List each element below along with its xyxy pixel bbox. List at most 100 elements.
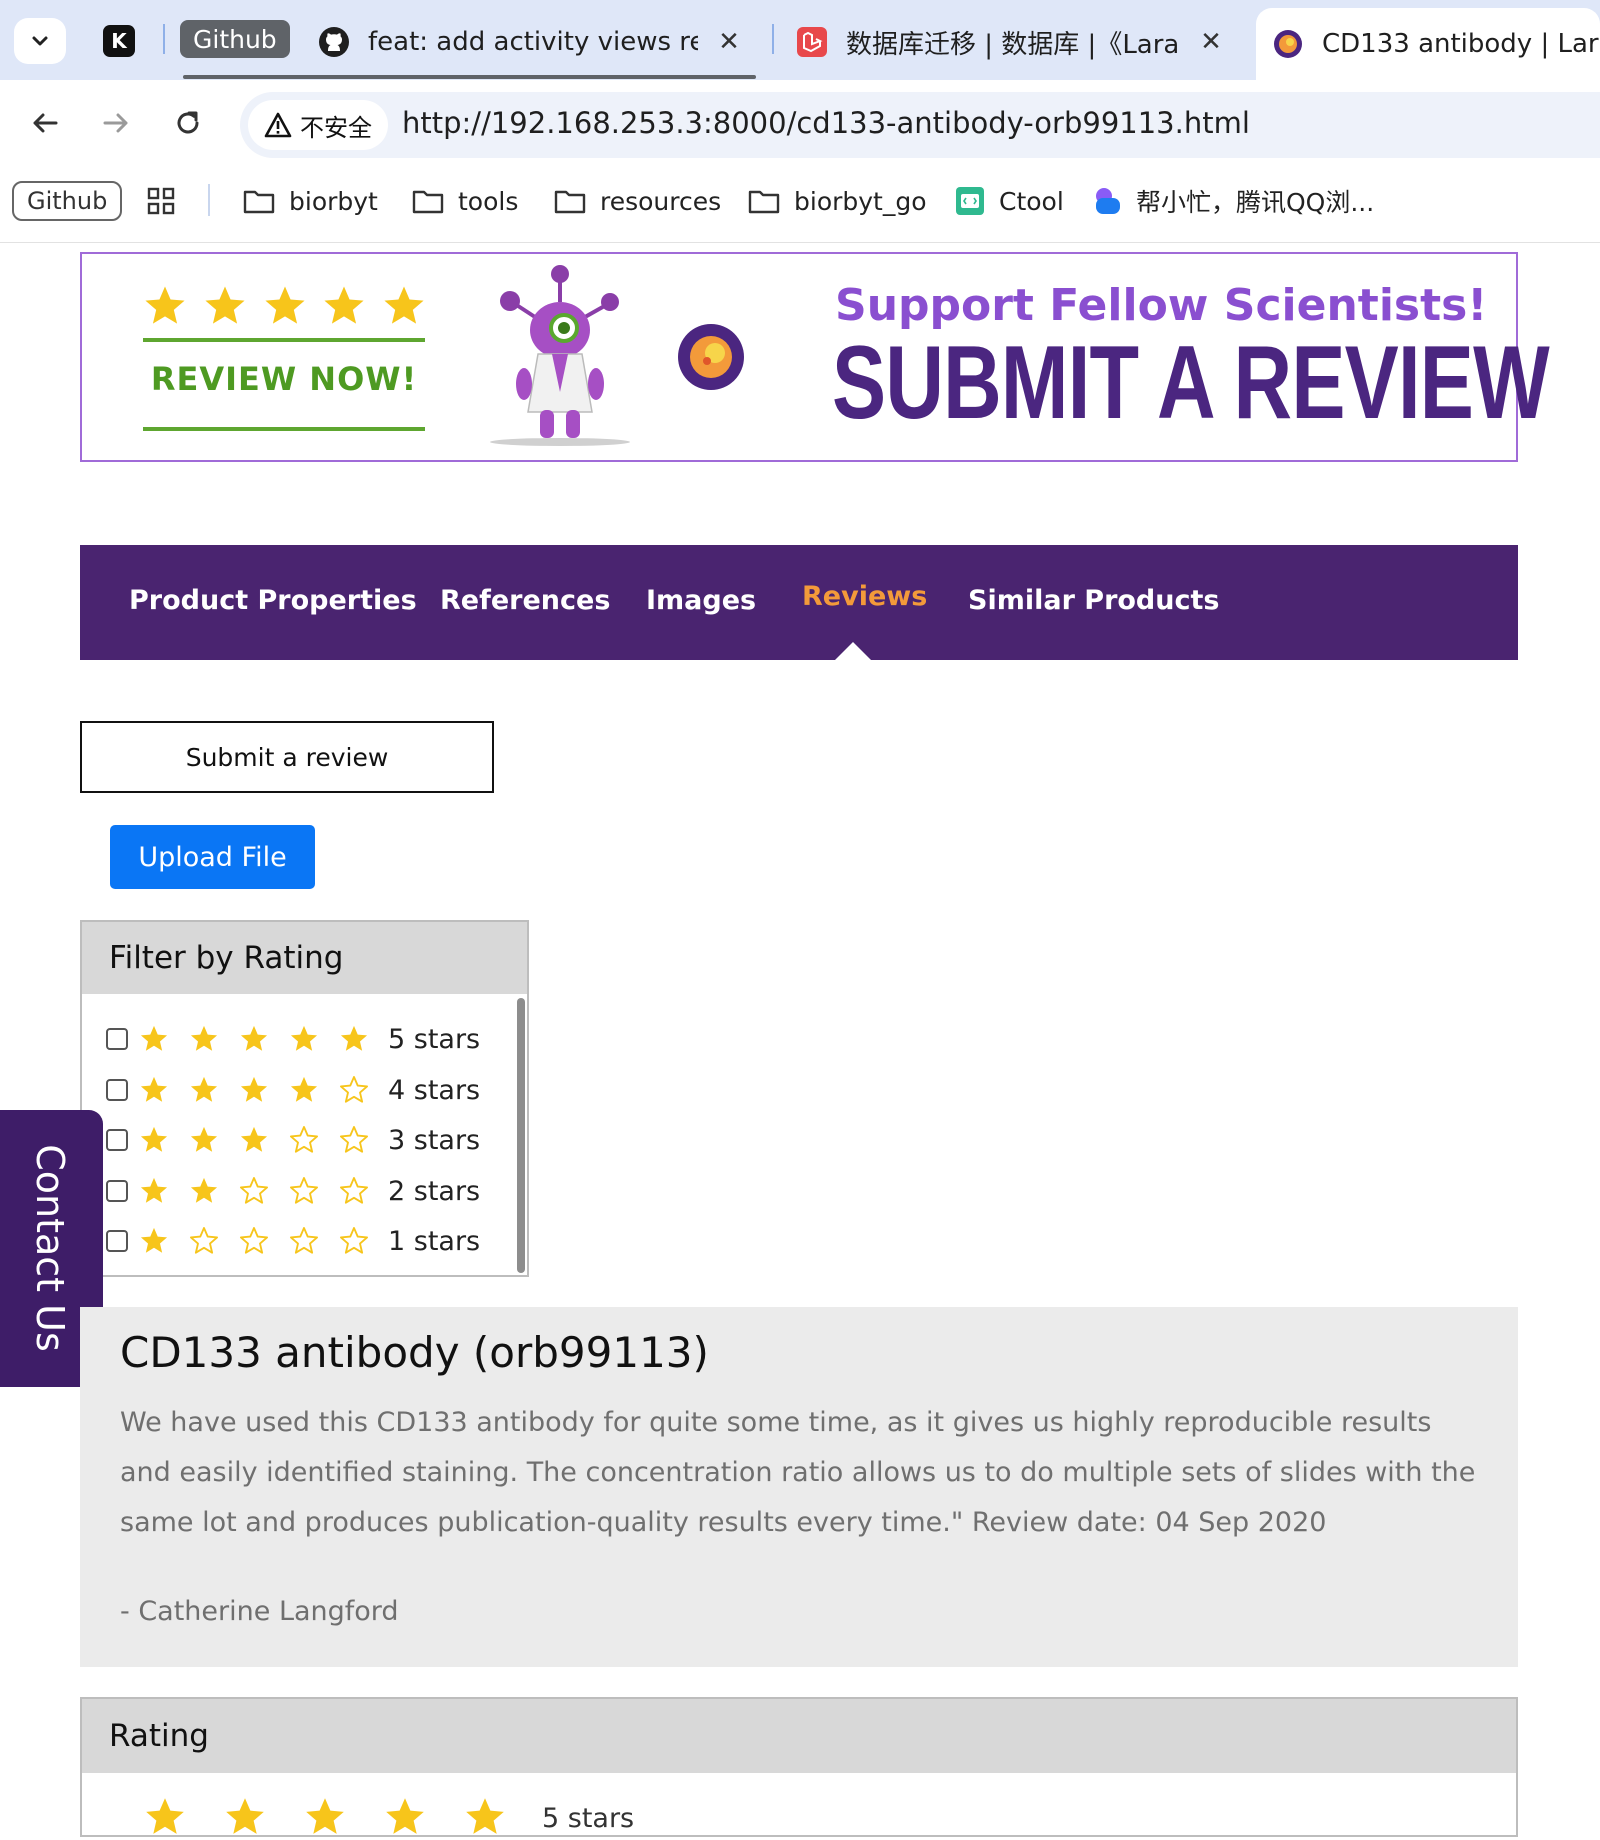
rating-checkbox[interactable] bbox=[106, 1028, 128, 1050]
tab-laravel-docs[interactable]: 数据库迁移 | 数据库 |《Laravel ✕ bbox=[796, 14, 1236, 70]
star-empty-icon bbox=[290, 1126, 318, 1153]
star-filled-icon bbox=[290, 1025, 318, 1051]
bookmark-label: Ctool bbox=[999, 186, 1064, 216]
star-empty-icon bbox=[340, 1177, 368, 1204]
filter-scrollbar[interactable] bbox=[517, 998, 525, 1273]
star-filled-icon bbox=[306, 1798, 344, 1834]
tab-similar-products[interactable]: Similar Products bbox=[968, 585, 1219, 616]
close-icon[interactable]: ✕ bbox=[714, 27, 744, 57]
star-icon bbox=[324, 286, 364, 324]
reload-button[interactable] bbox=[168, 103, 208, 143]
star-empty-icon bbox=[340, 1126, 368, 1153]
star-empty-icon bbox=[240, 1227, 268, 1254]
rating-checkbox[interactable] bbox=[106, 1079, 128, 1101]
star-empty-icon bbox=[290, 1227, 318, 1254]
folder-icon bbox=[748, 190, 780, 214]
option-label: 4 stars bbox=[388, 1074, 481, 1106]
url-text[interactable]: http://192.168.253.3:8000/cd133-antibody… bbox=[402, 106, 1250, 140]
star-empty-icon bbox=[340, 1227, 368, 1254]
filter-option-2-stars[interactable]: 2 stars bbox=[106, 1171, 480, 1211]
star-filled-icon bbox=[190, 1076, 218, 1102]
warning-icon bbox=[264, 112, 292, 138]
bookmark-group-chip[interactable]: Github bbox=[12, 181, 123, 221]
upload-file-button[interactable]: Upload File bbox=[110, 825, 315, 889]
apps-grid-icon bbox=[147, 187, 175, 215]
filter-title: Filter by Rating bbox=[82, 922, 527, 994]
tab-separator bbox=[163, 24, 165, 54]
star-filled-icon bbox=[190, 1126, 218, 1152]
star-filled-icon bbox=[240, 1025, 268, 1051]
filter-option-1-stars[interactable]: 1 stars bbox=[106, 1221, 480, 1261]
back-button[interactable] bbox=[25, 103, 65, 143]
bookmark-folder-biorbyt[interactable]: biorbyt bbox=[243, 180, 378, 222]
bookmark-folder-biorbyt-go[interactable]: biorbyt_go bbox=[748, 180, 927, 222]
filter-option-4-stars[interactable]: 4 stars bbox=[106, 1070, 480, 1110]
tab-title: CD133 antibody | Larave bbox=[1322, 29, 1600, 59]
reload-icon bbox=[177, 111, 199, 134]
rating-checkbox[interactable] bbox=[106, 1129, 128, 1151]
tab-group-chip[interactable]: Github bbox=[180, 20, 290, 58]
star-filled-icon bbox=[240, 1076, 268, 1102]
security-chip[interactable]: 不安全 bbox=[248, 100, 388, 150]
bookmark-folder-tools[interactable]: tools bbox=[412, 180, 518, 222]
tab-search-button[interactable] bbox=[14, 18, 66, 64]
review-text: We have used this CD133 antibody for qui… bbox=[120, 1407, 1476, 1538]
bookmark-ctool[interactable]: Ctool bbox=[955, 180, 1064, 222]
scientist-mascot-icon bbox=[490, 265, 630, 446]
star-filled-icon bbox=[466, 1798, 504, 1834]
banner-stars bbox=[142, 283, 427, 329]
banner-divider bbox=[143, 338, 425, 342]
review-now-text: REVIEW NOW! bbox=[150, 360, 418, 398]
star-icon bbox=[384, 286, 424, 324]
submit-review-button[interactable]: Submit a review bbox=[80, 721, 494, 793]
bookmark-label: 帮小忙，腾讯QQ浏... bbox=[1136, 188, 1375, 217]
filter-option-3-stars[interactable]: 3 stars bbox=[106, 1120, 480, 1160]
star-filled-icon bbox=[190, 1177, 218, 1203]
contact-us-label[interactable]: Contact Us bbox=[28, 1144, 72, 1352]
star-empty-icon bbox=[190, 1227, 218, 1254]
star-filled-icon bbox=[140, 1025, 168, 1051]
bookmark-folder-resources[interactable]: resources bbox=[554, 180, 721, 222]
option-stars bbox=[138, 1074, 370, 1106]
close-icon[interactable]: ✕ bbox=[1196, 27, 1226, 57]
tab-title: 数据库迁移 | 数据库 |《Laravel bbox=[846, 29, 1180, 60]
folder-icon bbox=[412, 190, 444, 214]
ctool-icon bbox=[956, 187, 984, 215]
option-stars bbox=[138, 1225, 370, 1257]
bookmark-label: tools bbox=[458, 186, 519, 216]
folder-icon bbox=[554, 190, 586, 214]
star-icon bbox=[205, 286, 245, 324]
tab-group-underline bbox=[183, 75, 756, 79]
star-empty-icon bbox=[340, 1076, 368, 1103]
option-stars bbox=[138, 1124, 370, 1156]
tab-active-cd133[interactable]: CD133 antibody | Larave bbox=[1256, 8, 1600, 80]
star-filled-icon bbox=[140, 1126, 168, 1152]
rating-checkbox[interactable] bbox=[106, 1230, 128, 1252]
arrow-right-icon bbox=[103, 113, 128, 133]
apps-button[interactable] bbox=[147, 180, 175, 222]
tab-title: feat: add activity views report bbox=[368, 27, 698, 57]
tab-github-pr[interactable]: feat: add activity views report ✕ bbox=[318, 14, 758, 70]
pinned-tab-k-icon[interactable]: K bbox=[103, 25, 135, 57]
laravel-icon bbox=[796, 26, 828, 58]
tab-images[interactable]: Images bbox=[646, 585, 756, 616]
tab-references[interactable]: References bbox=[440, 585, 610, 616]
star-filled-icon bbox=[190, 1025, 218, 1051]
insecure-label: 不安全 bbox=[300, 113, 372, 142]
chevron-down-icon bbox=[32, 36, 48, 46]
star-filled-icon bbox=[146, 1798, 184, 1834]
forward-button[interactable] bbox=[96, 103, 136, 143]
bookmark-qq[interactable]: 帮小忙，腾讯QQ浏... bbox=[1092, 180, 1374, 222]
rating-checkbox[interactable] bbox=[106, 1180, 128, 1202]
option-label: 3 stars bbox=[388, 1124, 481, 1156]
filter-option-5-stars[interactable]: 5 stars bbox=[106, 1019, 480, 1059]
banner-divider bbox=[143, 427, 425, 431]
active-tab-indicator bbox=[835, 642, 871, 660]
site-favicon bbox=[1272, 28, 1304, 60]
tab-product-properties[interactable]: Product Properties bbox=[129, 585, 417, 616]
tab-reviews[interactable]: Reviews bbox=[802, 581, 927, 612]
star-empty-icon bbox=[240, 1177, 268, 1204]
star-filled-icon bbox=[290, 1076, 318, 1102]
bookmark-label: biorbyt bbox=[289, 186, 378, 216]
star-filled-icon bbox=[340, 1025, 368, 1051]
